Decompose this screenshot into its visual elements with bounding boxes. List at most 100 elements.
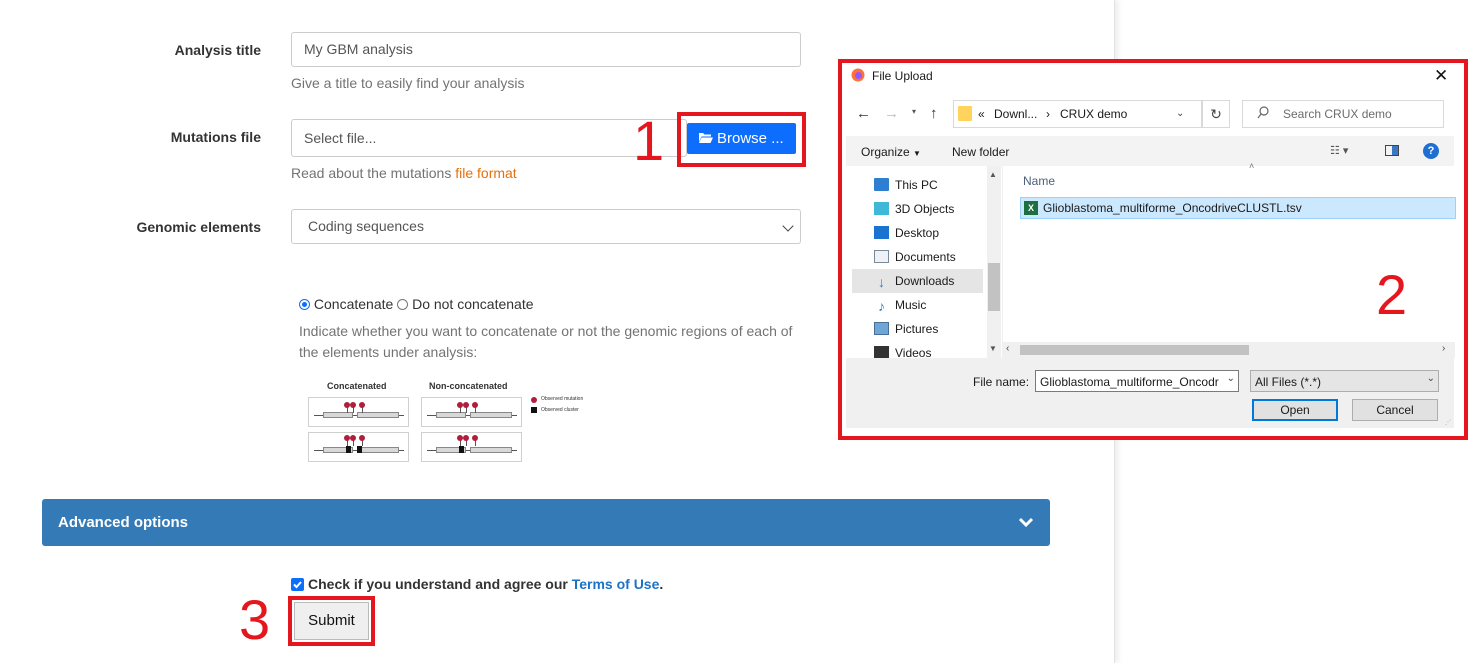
- computer-icon: [874, 178, 889, 191]
- organize-button[interactable]: Organize ▼: [861, 145, 921, 159]
- annotation-number-2: 2: [1376, 263, 1408, 326]
- legend-cluster-label: Observed cluster: [541, 407, 579, 413]
- scroll-right-icon[interactable]: ›: [1442, 343, 1445, 354]
- navigation-pane: This PC 3D Objects Desktop Documents ↓ Do…: [846, 166, 1001, 358]
- analysis-title-label: Analysis title: [174, 42, 261, 58]
- organize-label: Organize: [861, 145, 910, 159]
- diagram-box-nonconcat-cluster: [421, 432, 522, 462]
- music-note-icon: ♪: [878, 298, 885, 314]
- mutations-help-text: Read about the mutations: [291, 165, 456, 181]
- path-separator: ›: [1046, 107, 1050, 121]
- mutations-file-input[interactable]: Select file...: [291, 119, 687, 157]
- genomic-elements-select[interactable]: Coding sequences: [291, 209, 801, 244]
- refresh-icon[interactable]: ↻: [1202, 100, 1230, 128]
- nav-downloads[interactable]: ↓ Downloads: [852, 269, 983, 293]
- diagram-nonconcatenated-title: Non-concatenated: [429, 381, 508, 391]
- close-icon[interactable]: ✕: [1434, 66, 1448, 86]
- nav-pictures[interactable]: Pictures: [852, 317, 982, 341]
- open-button[interactable]: Open: [1252, 399, 1338, 421]
- diagram-box-concat-cluster: [308, 432, 409, 462]
- concatenate-help: Indicate whether you want to concatenate…: [299, 323, 793, 360]
- address-bar[interactable]: « Downl... › CRUX demo ⌄: [953, 100, 1202, 128]
- name-column-header[interactable]: Name: [1023, 174, 1055, 188]
- browse-label: Browse ...: [717, 130, 784, 147]
- nav-documents-label: Documents: [895, 250, 956, 264]
- genomic-elements-label: Genomic elements: [136, 219, 262, 235]
- help-icon[interactable]: ?: [1423, 143, 1439, 159]
- file-name-input[interactable]: Glioblastoma_multiforme_Oncodr ⌄: [1035, 370, 1239, 392]
- dialog-search-box[interactable]: Search CRUX demo: [1242, 100, 1444, 128]
- browse-button[interactable]: Browse ...: [687, 123, 796, 154]
- concatenate-radio[interactable]: [299, 299, 310, 310]
- document-icon: [874, 250, 889, 263]
- dialog-toolbar: [846, 136, 1454, 166]
- folder-icon: [958, 106, 972, 121]
- file-type-select[interactable]: All Files (*.*) ⌄: [1250, 370, 1439, 392]
- forward-arrow-icon[interactable]: →: [884, 105, 899, 122]
- mutations-help: Read about the mutations file format: [291, 165, 517, 181]
- file-name: Glioblastoma_multiforme_OncodriveCLUSTL.…: [1043, 201, 1302, 215]
- no-concatenate-label[interactable]: Do not concatenate: [412, 296, 533, 312]
- analysis-title-help: Give a title to easily find your analysi…: [291, 75, 525, 91]
- terms-of-use-link[interactable]: Terms of Use: [572, 576, 660, 592]
- resize-grip-icon[interactable]: ⋰: [1445, 419, 1451, 426]
- chevron-down-icon: ⌄: [1426, 373, 1435, 384]
- folder-open-icon: [697, 124, 713, 155]
- analysis-title-input[interactable]: My GBM analysis: [291, 32, 801, 67]
- nav-videos[interactable]: Videos: [852, 341, 982, 358]
- recent-chevron-icon[interactable]: ▾: [912, 107, 916, 116]
- new-folder-button[interactable]: New folder: [952, 145, 1009, 159]
- no-concatenate-radio[interactable]: [397, 299, 409, 310]
- advanced-options-label: Advanced options: [58, 514, 189, 531]
- back-arrow-icon[interactable]: ←: [856, 105, 871, 122]
- download-arrow-icon: ↓: [878, 274, 885, 290]
- terms-checkbox[interactable]: [291, 578, 304, 591]
- diagram-box-concat-mutations: [308, 397, 409, 427]
- search-placeholder: Search CRUX demo: [1283, 107, 1392, 121]
- chevron-down-icon[interactable]: ⌄: [1176, 108, 1184, 119]
- path-downloads[interactable]: Downl...: [994, 107, 1037, 121]
- nav-pictures-label: Pictures: [895, 322, 939, 336]
- firefox-icon: [851, 68, 865, 87]
- hscroll-thumb[interactable]: [1020, 345, 1249, 355]
- path-overflow[interactable]: «: [978, 107, 985, 121]
- cancel-button[interactable]: Cancel: [1352, 399, 1438, 421]
- path-crux-demo[interactable]: CRUX demo: [1060, 107, 1127, 121]
- scroll-down-icon[interactable]: ▼: [989, 344, 997, 353]
- chevron-down-icon: [782, 220, 794, 232]
- nav-3d-objects[interactable]: 3D Objects: [852, 197, 982, 221]
- up-arrow-icon[interactable]: ↑: [930, 105, 938, 122]
- chevron-down-icon: ⌄: [1226, 373, 1235, 384]
- file-name-value: Glioblastoma_multiforme_Oncodr: [1040, 375, 1219, 389]
- concatenate-label[interactable]: Concatenate: [314, 296, 393, 312]
- nav-this-pc[interactable]: This PC: [852, 173, 982, 197]
- nav-this-pc-label: This PC: [895, 178, 938, 192]
- file-type-value: All Files (*.*): [1255, 375, 1322, 389]
- dialog-title: File Upload: [872, 69, 933, 83]
- file-row-selected[interactable]: X Glioblastoma_multiforme_OncodriveCLUST…: [1020, 197, 1456, 219]
- annotation-number-1: 1: [633, 109, 665, 172]
- advanced-options-bar[interactable]: Advanced options: [42, 499, 1050, 546]
- cube-icon: [874, 202, 889, 215]
- nav-documents[interactable]: Documents: [852, 245, 982, 269]
- scroll-up-icon[interactable]: ▲: [989, 170, 997, 179]
- genomic-elements-value: Coding sequences: [308, 218, 424, 234]
- nav-scrollbar[interactable]: ▲ ▼: [987, 166, 1001, 358]
- nav-downloads-label: Downloads: [895, 274, 955, 288]
- video-icon: [874, 346, 889, 358]
- view-options-icon[interactable]: ☷ ▾: [1330, 144, 1348, 157]
- nav-videos-label: Videos: [895, 346, 932, 358]
- picture-icon: [874, 322, 889, 335]
- legend-cluster-marker: [531, 407, 537, 413]
- file-list-hscrollbar[interactable]: ‹ ›: [1002, 342, 1455, 358]
- submit-button[interactable]: Submit: [294, 602, 369, 640]
- preview-pane-icon[interactable]: [1385, 145, 1399, 156]
- legend-mutation-label: Observed mutation: [541, 396, 584, 402]
- terms-row: Check if you understand and agree our Te…: [291, 576, 663, 592]
- nav-desktop[interactable]: Desktop: [852, 221, 982, 245]
- desktop-icon: [874, 226, 889, 239]
- file-format-link[interactable]: file format: [455, 165, 516, 181]
- nav-music[interactable]: ♪ Music: [852, 293, 982, 317]
- nav-scroll-thumb[interactable]: [988, 263, 1000, 311]
- scroll-left-icon[interactable]: ‹: [1006, 343, 1009, 354]
